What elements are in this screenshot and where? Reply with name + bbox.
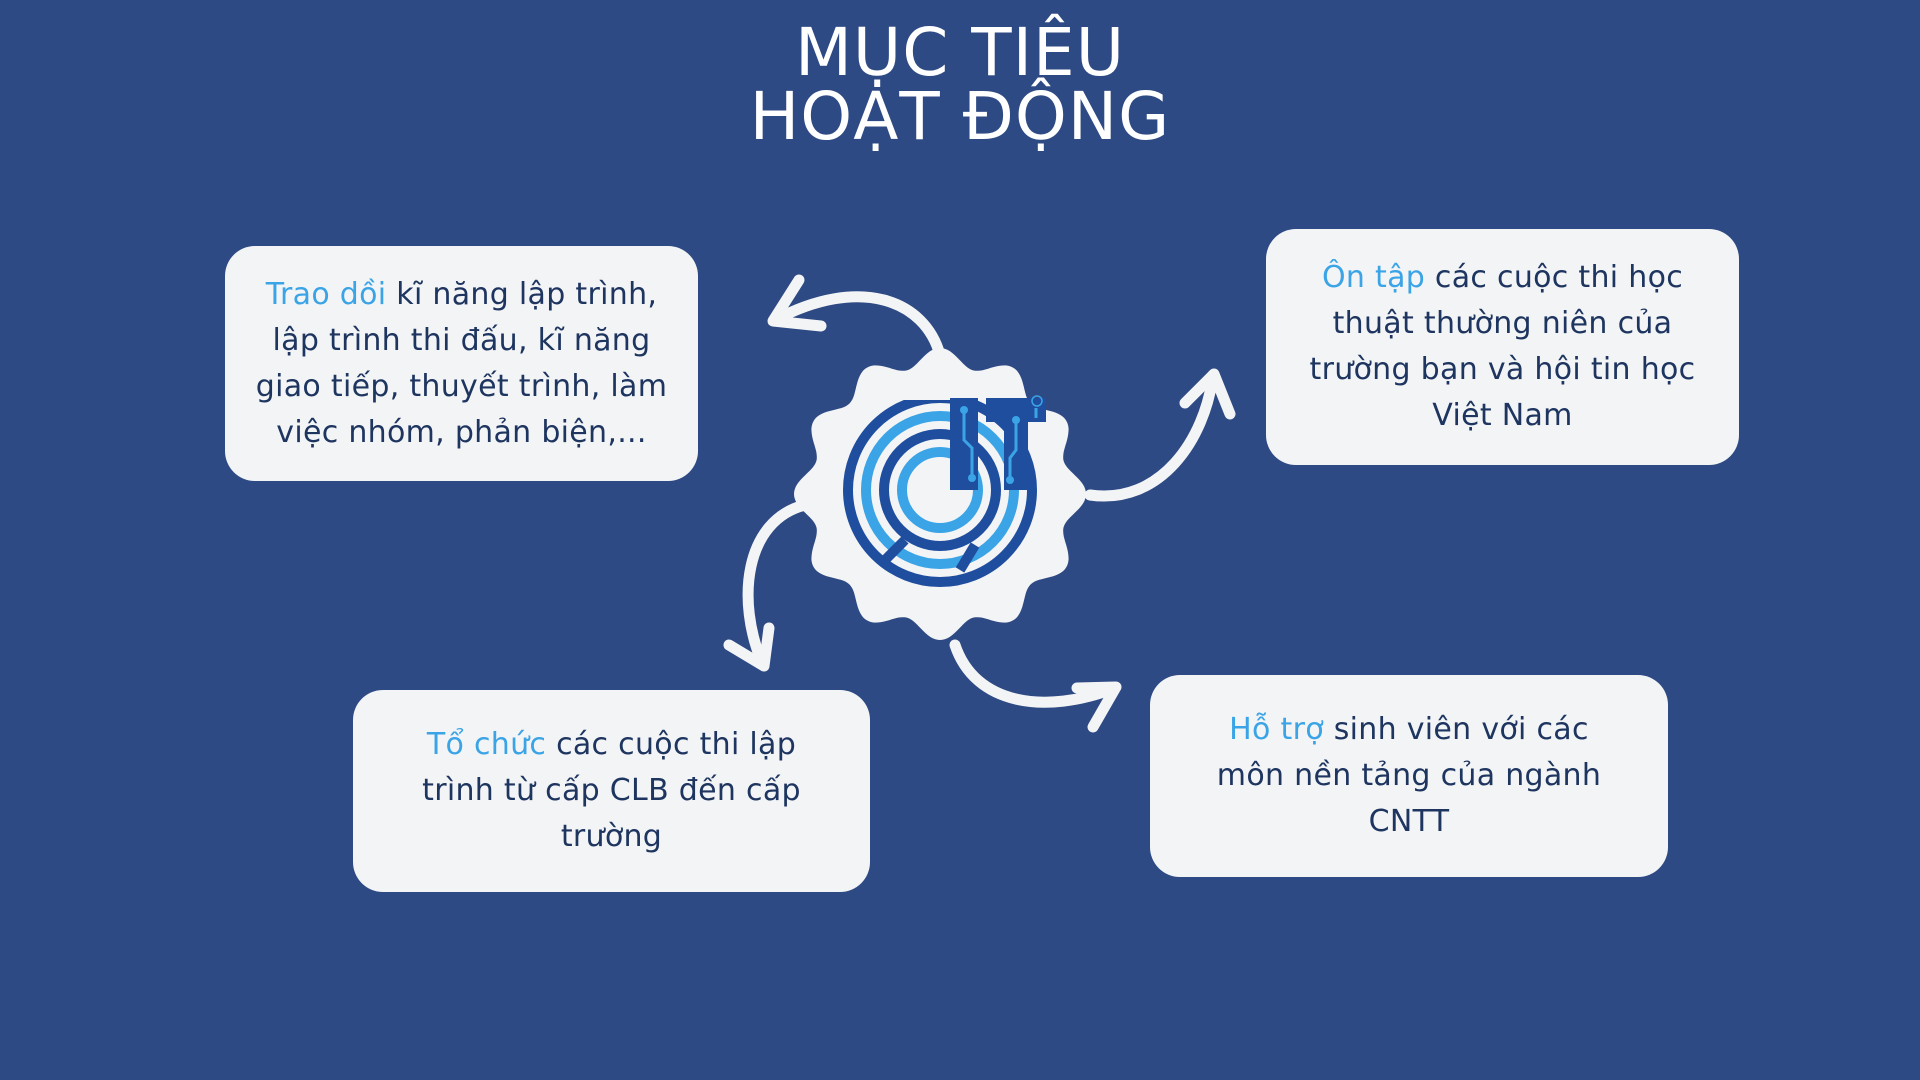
- card-on-tap: Ôn tập các cuộc thi học thuật thường niê…: [1266, 229, 1739, 465]
- title-line-1: MỤC TIÊU: [794, 14, 1126, 91]
- card-trao-doi-line-1: kĩ năng lập trình,: [386, 276, 658, 312]
- card-to-chuc-highlight: Tổ chức: [426, 727, 547, 762]
- diagram-canvas: MỤC TIÊU HOẠT ĐỘNG Trao dồi kĩ năng lập …: [0, 0, 1920, 1080]
- card-on-tap-line-1: các cuộc thi học: [1425, 260, 1684, 295]
- logo-text: IT: [975, 467, 976, 469]
- card-trao-doi-line-2: lập trình thi đấu, kĩ năng: [272, 322, 651, 358]
- arrow-to-top-right: [1084, 368, 1236, 502]
- card-trao-doi-line-4: việc nhóm, phản biện,...: [276, 414, 647, 450]
- card-on-tap-line-3: trường bạn và hội tin học: [1309, 352, 1696, 387]
- arrow-to-bottom-right: [949, 639, 1122, 733]
- card-on-tap-highlight: Ôn tập: [1321, 260, 1426, 295]
- card-ho-tro: Hỗ trợ sinh viên với các môn nền tảng củ…: [1150, 675, 1668, 877]
- card-to-chuc-line-2: trình từ cấp CLB đến cấp: [422, 773, 801, 808]
- card-ho-tro-line-1: sinh viên với các: [1323, 712, 1589, 747]
- card-trao-doi-highlight: Trao dồi: [265, 276, 387, 312]
- card-on-tap-line-4: Việt Nam: [1432, 398, 1573, 433]
- arrow-to-bottom-left: [723, 499, 811, 672]
- card-trao-doi-line-3: giao tiếp, thuyết trình, làm: [255, 368, 668, 404]
- card-ho-tro-line-3: CNTT: [1368, 804, 1450, 839]
- title-line-2: HOẠT ĐỘNG: [749, 78, 1171, 155]
- card-ho-tro-line-2: môn nền tảng của ngành: [1216, 758, 1602, 793]
- card-to-chuc-line-1: các cuộc thi lập: [546, 727, 797, 762]
- arrow-to-top-left: [767, 274, 946, 361]
- card-to-chuc-text: Tổ chức các cuộc thi lập trình từ cấp CL…: [422, 722, 801, 860]
- card-trao-doi: Trao dồi kĩ năng lập trình, lập trình th…: [225, 246, 698, 481]
- card-ho-tro-text: Hỗ trợ sinh viên với các môn nền tảng củ…: [1217, 707, 1601, 845]
- card-trao-doi-text: Trao dồi kĩ năng lập trình, lập trình th…: [256, 272, 668, 456]
- card-ho-tro-highlight: Hỗ trợ: [1229, 712, 1324, 747]
- card-to-chuc: Tổ chức các cuộc thi lập trình từ cấp CL…: [353, 690, 870, 892]
- card-on-tap-text: Ôn tập các cuộc thi học thuật thường niê…: [1310, 255, 1696, 439]
- card-to-chuc-line-3: trường: [560, 819, 663, 854]
- diagram-overlay: IT: [723, 274, 1236, 733]
- card-on-tap-line-2: thuật thường niên của: [1332, 306, 1673, 341]
- it-circuit-logo-icon: IT: [843, 395, 1046, 587]
- logo-badge: [794, 348, 1086, 640]
